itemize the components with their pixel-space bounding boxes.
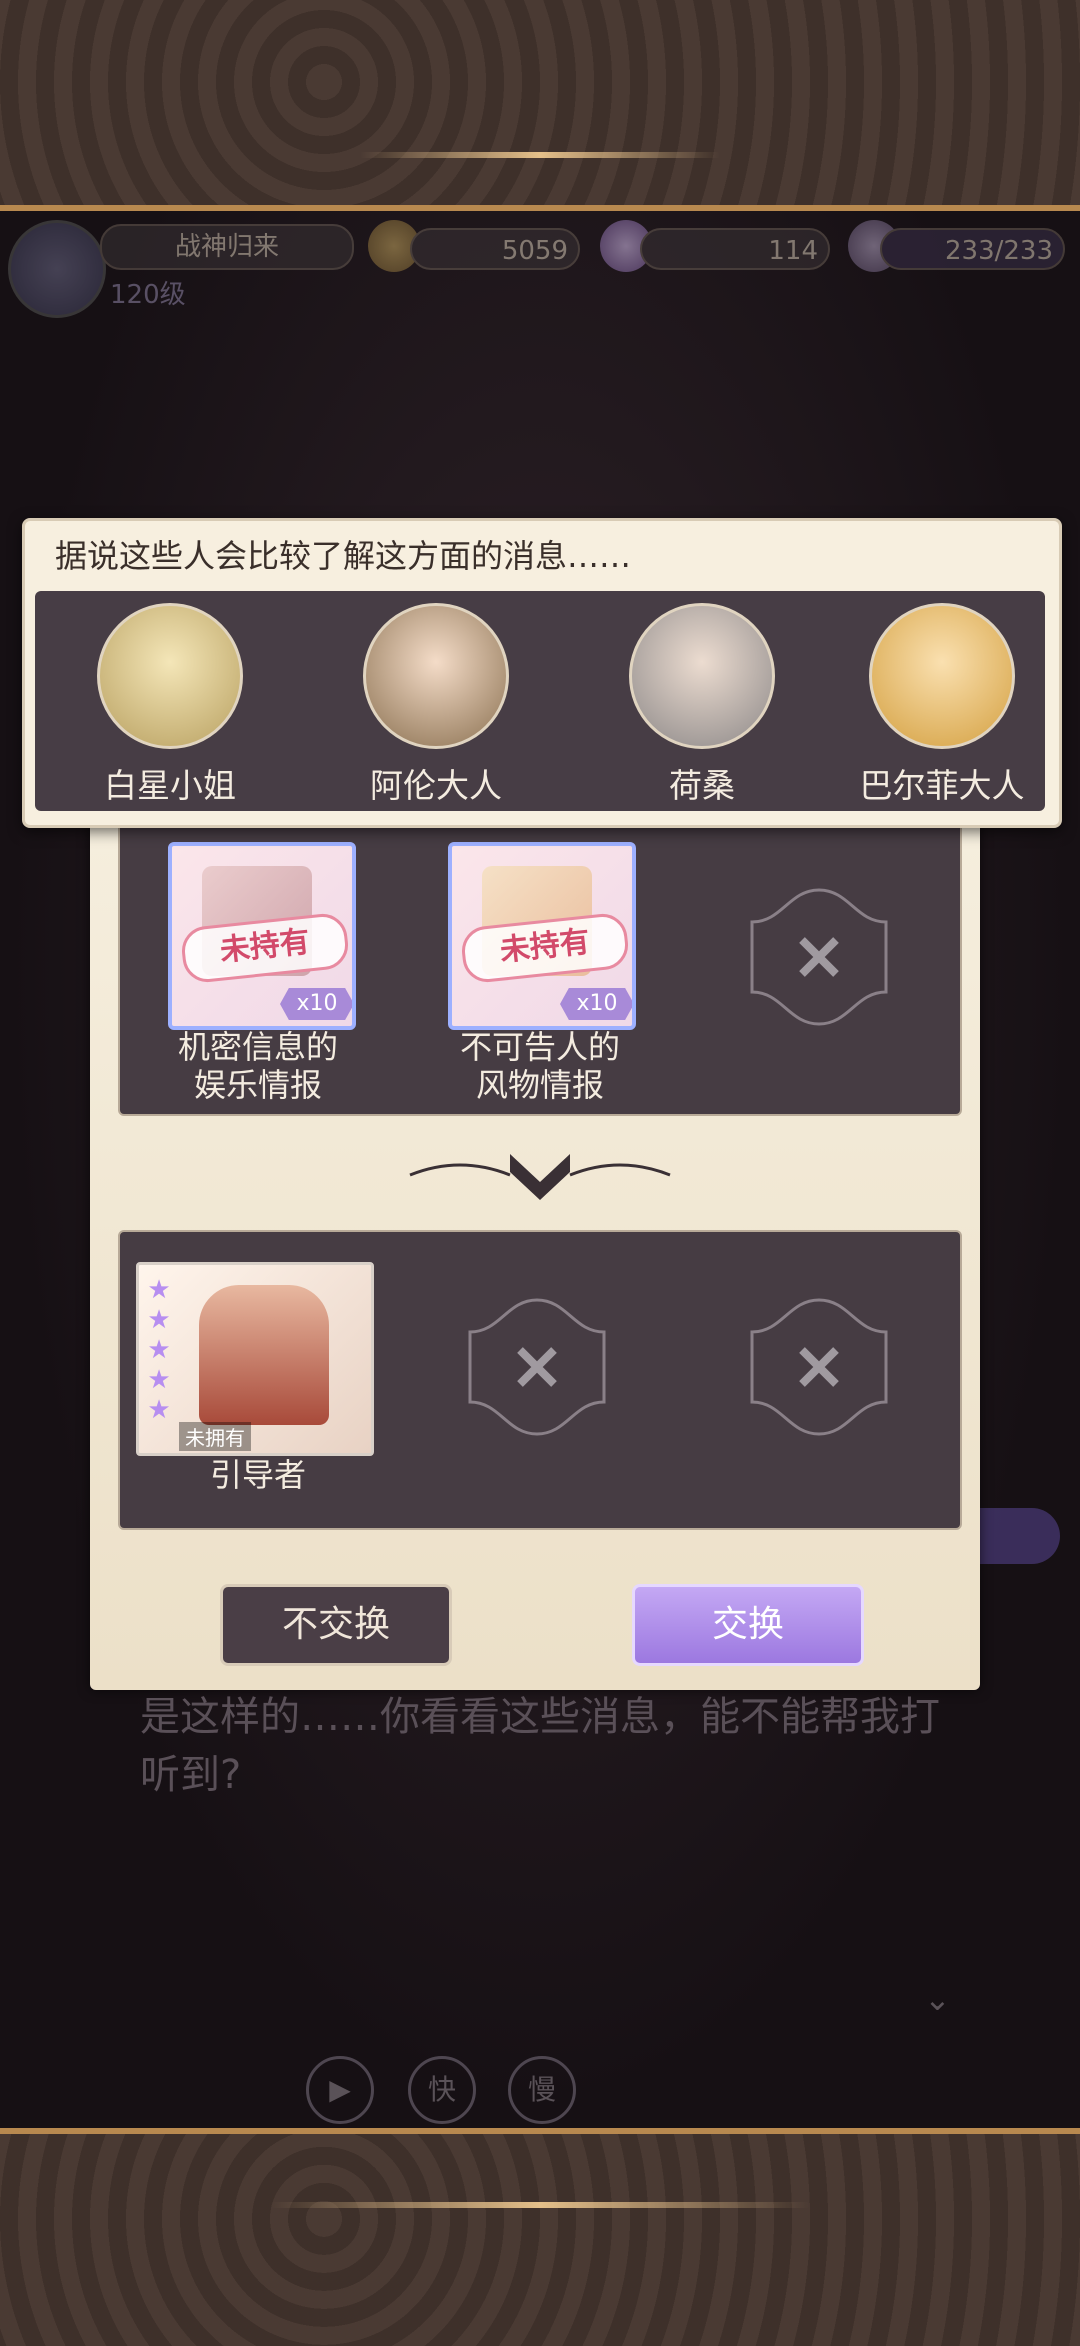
npc-avatar [363,603,509,749]
npc-item[interactable]: 巴尔菲大人 [847,603,1037,807]
npc-avatar [869,603,1015,749]
npc-name: 荷桑 [669,766,735,805]
auto-play-button[interactable]: ▶ [306,2056,374,2124]
player-level: 120级 [110,280,186,310]
item-quantity: x10 [560,988,632,1020]
give-item-2[interactable]: 未持有 x10 [448,842,636,1030]
npc-name: 巴尔菲大人 [859,766,1025,805]
give-item-1[interactable]: 未持有 x10 [168,842,356,1030]
npc-item[interactable]: 荷桑 [607,603,797,807]
gem-count: 114 [640,228,830,270]
give-item-1-label: 机密信息的 娱乐情报 [138,1028,378,1104]
popup-title: 据说这些人会比较了解这方面的消息…… [55,537,632,575]
npc-avatar [629,603,775,749]
npc-avatar [97,603,243,749]
bottom-flourish [270,2202,810,2208]
label-line2: 风物情报 [475,1066,604,1104]
owned-status: 未拥有 [179,1422,251,1451]
status-bar: 战神归来 120级 5059 114 233/233 [0,218,1080,318]
npc-item[interactable]: 白星小姐 [75,603,265,807]
npc-name: 阿伦大人 [370,766,502,805]
item-quantity: x10 [280,988,352,1020]
info-popup: 据说这些人会比较了解这方面的消息…… 白星小姐 阿伦大人 荷桑 巴尔菲大人 [22,518,1062,828]
reward-name: 引导者 [209,1456,306,1494]
npc-name: 白星小姐 [104,766,236,805]
label-line2: 娱乐情报 [193,1066,322,1104]
outfit-icon [199,1285,329,1425]
label-line1: 不可告人的 [459,1028,620,1066]
chevron-down-icon[interactable]: ⌄ [924,1980,951,2018]
player-title: 战神归来 [100,224,354,270]
top-decor-band [0,0,1080,211]
empty-slot-icon [744,882,894,1032]
give-item-2-label: 不可告人的 风物情报 [420,1028,660,1104]
empty-slot-icon [462,1292,612,1442]
coin-count: 5059 [410,228,580,270]
npc-item[interactable]: 阿伦大人 [341,603,531,807]
top-flourish [360,152,720,158]
star-rating: ★★★★★ [144,1275,174,1425]
stamina-count: 233/233 [880,228,1065,270]
slow-button[interactable]: 慢 [508,2056,576,2124]
bottom-decor-band [0,2128,1080,2346]
side-tab[interactable] [975,1508,1060,1564]
exchange-button[interactable]: 交换 [632,1584,864,1666]
npc-list: 白星小姐 阿伦大人 荷桑 巴尔菲大人 [35,591,1045,811]
player-avatar[interactable] [8,220,106,318]
label-line1: 机密信息的 [177,1028,338,1066]
down-arrow-divider [409,1154,671,1200]
empty-slot-icon [744,1292,894,1442]
reward-card[interactable]: ★★★★★ 未拥有 [136,1262,374,1456]
no-exchange-button[interactable]: 不交换 [220,1584,452,1666]
dialogue-text: 是这样的……你看看这些消息，能不能帮我打听到? [140,1694,940,1798]
fast-button[interactable]: 快 [408,2056,476,2124]
